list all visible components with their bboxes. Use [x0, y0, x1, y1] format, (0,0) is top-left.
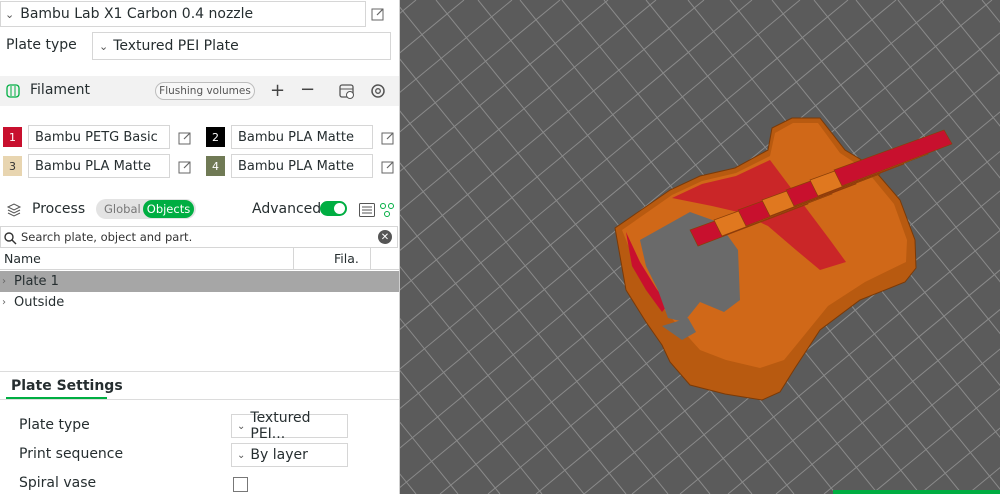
add-filament-button[interactable]: +	[270, 80, 285, 101]
column-filament[interactable]: Fila.	[334, 251, 359, 266]
sidebar: ⌄ Bambu Lab X1 Carbon 0.4 nozzle Plate t…	[0, 0, 400, 494]
column-divider	[293, 248, 294, 270]
search-box: ✕	[0, 226, 398, 248]
filament-name[interactable]: Bambu PLA Matte	[231, 125, 373, 149]
filament-name[interactable]: Bambu PETG Basic	[28, 125, 170, 149]
edit-icon[interactable]	[178, 130, 192, 145]
edit-icon[interactable]	[381, 130, 395, 145]
grid-line	[400, 369, 501, 494]
filament-title: Filament	[30, 82, 91, 98]
build-plate-view[interactable]	[400, 0, 1000, 494]
plate-type-label: Plate type	[6, 37, 77, 53]
chevron-down-icon: ⌄	[237, 420, 246, 432]
plate-type-option-label: Plate type	[19, 417, 90, 433]
edit-icon[interactable]	[381, 159, 395, 174]
grid-line	[400, 0, 609, 172]
spiral-vase-checkbox[interactable]	[233, 477, 248, 492]
divider	[0, 399, 399, 400]
chevron-down-icon: ⌄	[99, 39, 109, 53]
edit-icon[interactable]	[371, 6, 385, 21]
filament-header: Filament Flushing volumes + −	[0, 76, 399, 106]
printer-name: Bambu Lab X1 Carbon 0.4 nozzle	[20, 6, 254, 22]
flushing-volumes-button[interactable]: Flushing volumes	[155, 82, 255, 100]
filament-name[interactable]: Bambu PLA Matte	[28, 154, 170, 178]
filament-slot-4[interactable]: 4 Bambu PLA Matte	[206, 154, 399, 178]
sliced-model[interactable]	[614, 117, 953, 401]
global-option[interactable]: Global	[104, 202, 141, 216]
grid-line	[967, 467, 1000, 494]
chevron-down-icon: ⌄	[237, 449, 246, 461]
compare-icon[interactable]	[378, 201, 396, 219]
objects-option[interactable]: Objects	[143, 200, 194, 218]
tree-row-outside[interactable]: › Outside	[0, 292, 399, 313]
filament-slot-1[interactable]: 1 Bambu PETG Basic	[3, 125, 198, 149]
grid-line	[400, 0, 513, 93]
grid-line	[400, 0, 657, 212]
printer-row: ⌄ Bambu Lab X1 Carbon 0.4 nozzle	[0, 0, 399, 28]
3d-viewport[interactable]	[400, 0, 1000, 494]
process-title: Process	[32, 201, 86, 217]
grid-line	[939, 0, 1000, 75]
plate-type-option-value: Textured PEI...	[250, 410, 311, 442]
spiral-vase-label: Spiral vase	[19, 475, 97, 491]
tree-row-plate-1[interactable]: › Plate 1	[0, 271, 399, 292]
filament-color-swatch[interactable]: 3	[3, 156, 22, 176]
column-name[interactable]: Name	[4, 251, 41, 266]
filament-color-swatch[interactable]: 2	[206, 127, 225, 147]
grid-line	[400, 265, 585, 494]
divider	[0, 371, 399, 372]
advanced-label: Advanced	[252, 201, 322, 217]
tree-row-label: Plate 1	[14, 274, 59, 289]
print-sequence-select[interactable]: ⌄ By layer	[231, 443, 348, 467]
search-icon	[3, 230, 17, 245]
process-header: Process Global Objects Advanced	[0, 196, 399, 224]
chevron-down-icon: ⌄	[5, 7, 15, 21]
grid-line	[400, 0, 561, 133]
search-input[interactable]	[21, 230, 371, 244]
plate-type-row: Plate type ⌄ Textured PEI Plate	[0, 30, 399, 62]
chevron-right-icon[interactable]: ›	[2, 276, 14, 287]
filament-slot-2[interactable]: 2 Bambu PLA Matte	[206, 125, 399, 149]
filament-slot-3[interactable]: 3 Bambu PLA Matte	[3, 154, 198, 178]
object-list-header: Name Fila.	[0, 248, 399, 270]
layers-icon	[6, 202, 22, 218]
print-sequence-label: Print sequence	[19, 446, 124, 462]
plate-type-select[interactable]: ⌄ Textured PEI Plate	[92, 32, 391, 60]
remove-filament-button[interactable]: −	[300, 79, 315, 100]
filament-color-swatch[interactable]: 1	[3, 127, 22, 147]
gear-icon[interactable]	[369, 82, 387, 100]
filament-icon	[5, 83, 21, 99]
status-bar-indicator	[833, 490, 1000, 494]
tree-row-label: Outside	[14, 295, 65, 310]
grid-line	[400, 0, 417, 14]
plate-type-value: Textured PEI Plate	[113, 38, 239, 54]
edit-icon[interactable]	[178, 159, 192, 174]
clear-search-icon[interactable]: ✕	[378, 230, 392, 244]
plate-type-option-select[interactable]: ⌄ Textured PEI...	[231, 410, 348, 442]
printer-select[interactable]: ⌄ Bambu Lab X1 Carbon 0.4 nozzle	[0, 1, 366, 27]
plate-settings-tab[interactable]: Plate Settings	[11, 378, 123, 394]
sync-filament-icon[interactable]	[338, 82, 356, 100]
print-sequence-value: By layer	[250, 447, 308, 463]
chevron-right-icon[interactable]: ›	[2, 297, 14, 308]
advanced-switch[interactable]	[320, 201, 347, 216]
global-objects-toggle[interactable]: Global Objects	[96, 199, 196, 219]
list-icon[interactable]	[358, 201, 376, 219]
filament-color-swatch[interactable]: 4	[206, 156, 225, 176]
filament-name[interactable]: Bambu PLA Matte	[231, 154, 373, 178]
column-divider	[370, 248, 371, 270]
grid-line	[400, 421, 459, 494]
grid-line	[400, 473, 417, 494]
